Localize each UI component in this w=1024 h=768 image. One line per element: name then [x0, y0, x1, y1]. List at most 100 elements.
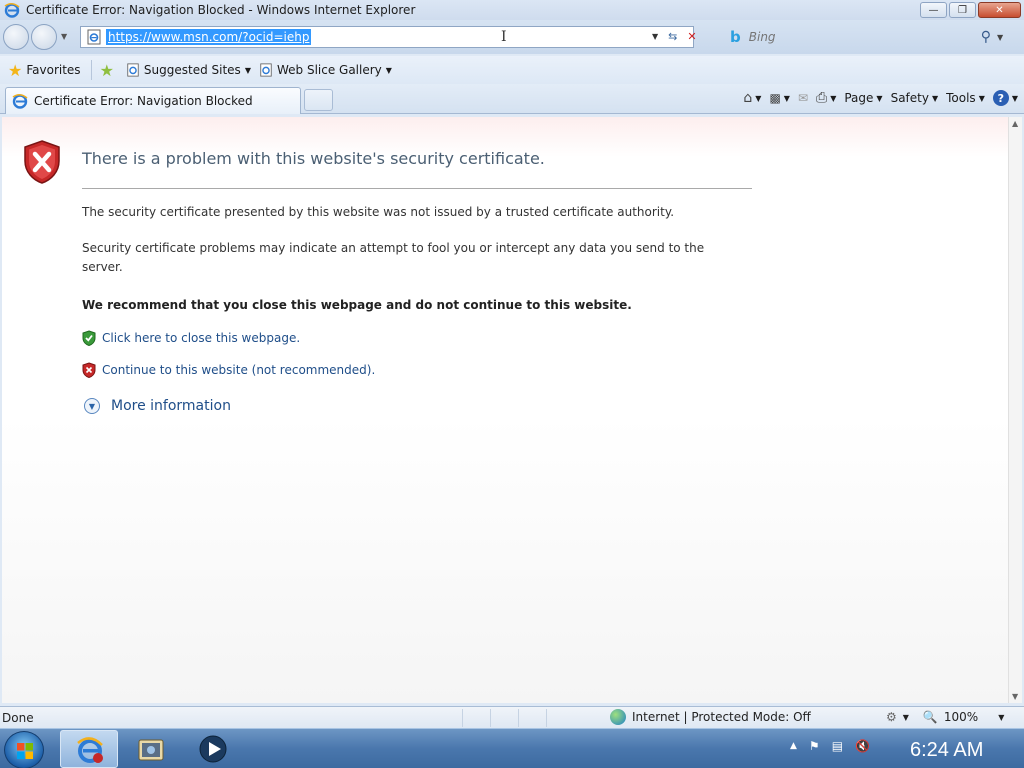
recent-pages-dropdown[interactable]: ▼ — [61, 32, 67, 41]
search-icon[interactable]: ⚲ — [981, 29, 991, 45]
tools-menu-label: Tools — [946, 91, 976, 105]
change-status-bar-icon[interactable]: ⚙ — [886, 710, 897, 724]
address-tools: ▼ ⇆ ✕ — [652, 30, 697, 43]
red-shield-x-icon — [82, 362, 96, 378]
zoom-level[interactable]: 100% — [944, 710, 978, 724]
scroll-down-arrow-icon[interactable]: ▼ — [1012, 692, 1018, 701]
chevron-down-icon: ▼ — [755, 93, 762, 103]
ie-page-icon — [127, 63, 139, 77]
chevron-down-icon: ▼ — [931, 93, 939, 103]
restore-button[interactable]: ❐ — [949, 2, 976, 18]
page-menu[interactable]: Page ▼ — [844, 91, 882, 105]
address-bar[interactable]: https://www.msn.com/?ocid=iehp — [80, 26, 694, 48]
system-tray: ▲ ⚑ ▤ 🔇 — [790, 739, 870, 753]
print-button[interactable]: ⎙ ▼ — [816, 90, 836, 106]
tab-certificate-error[interactable]: Certificate Error: Navigation Blocked — [5, 87, 301, 114]
start-button[interactable] — [4, 731, 44, 768]
tools-menu[interactable]: Tools ▼ — [946, 91, 985, 105]
address-dropdown-icon[interactable]: ▼ — [652, 32, 658, 41]
search-input[interactable] — [748, 30, 979, 44]
security-zone[interactable]: Internet | Protected Mode: Off — [610, 709, 811, 725]
vertical-scrollbar[interactable]: ▲ ▼ — [1008, 117, 1022, 703]
add-to-favorites-bar-button[interactable]: ★ — [100, 61, 118, 80]
help-icon: ? — [992, 90, 1009, 106]
add-favorite-icon: ★ — [99, 60, 114, 80]
title-bar[interactable]: Certificate Error: Navigation Blocked - … — [0, 0, 1024, 20]
scroll-up-arrow-icon[interactable]: ▲ — [1012, 119, 1018, 128]
forward-button[interactable] — [31, 24, 57, 50]
status-segment — [462, 708, 490, 727]
web-slice-gallery-label: Web Slice Gallery — [276, 63, 382, 77]
status-right: ⚙ ▼ 🔍 100% ▼ — [886, 710, 1004, 724]
taskbar: ▲ ⚑ ▤ 🔇 6:24 AM — [0, 728, 1024, 768]
web-slice-gallery-button[interactable]: Web Slice Gallery ▼ — [259, 63, 392, 77]
status-bar: Done Internet | Protected Mode: Off ⚙ ▼ … — [0, 706, 1024, 728]
read-mail-button[interactable]: ✉ — [798, 91, 808, 105]
suggested-sites-button[interactable]: Suggested Sites ▼ — [126, 63, 251, 77]
tab-bar: Certificate Error: Navigation Blocked ⌂ … — [0, 84, 1024, 114]
chevron-down-icon: ▼ — [830, 93, 837, 103]
recommendation-text: We recommend that you close this webpage… — [82, 298, 632, 312]
taskbar-windows-explorer[interactable] — [122, 730, 180, 768]
window-title: Certificate Error: Navigation Blocked - … — [26, 3, 416, 17]
chevron-down-icon[interactable]: ▼ — [903, 713, 909, 722]
volume-muted-icon[interactable]: 🔇 — [855, 739, 870, 753]
separator — [90, 60, 92, 80]
expand-chevron-icon: ▼ — [84, 398, 100, 414]
chevron-down-icon: ▼ — [1011, 93, 1018, 103]
tab-label: Certificate Error: Navigation Blocked — [34, 94, 253, 108]
page-menu-label: Page — [844, 91, 874, 105]
continue-to-website-link[interactable]: Continue to this website (not recommende… — [102, 363, 375, 377]
favorites-star-icon: ★ — [8, 60, 23, 80]
printer-icon: ⎙ — [816, 90, 828, 106]
mail-icon: ✉ — [797, 91, 808, 105]
internet-globe-icon — [610, 709, 626, 725]
zoom-dropdown-icon[interactable]: ▼ — [998, 713, 1004, 722]
page-icon — [87, 29, 101, 45]
chevron-down-icon: ▼ — [244, 65, 251, 75]
back-button[interactable] — [3, 24, 29, 50]
chevron-down-icon: ▼ — [783, 93, 790, 103]
home-button[interactable]: ⌂ ▼ — [743, 90, 761, 106]
page-title: There is a problem with this website's s… — [82, 149, 545, 168]
safety-menu-label: Safety — [890, 91, 929, 105]
close-webpage-link[interactable]: Click here to close this webpage. — [102, 331, 300, 345]
ie-logo-icon — [4, 3, 20, 18]
search-box[interactable]: b ⚲ ▼ — [722, 26, 1022, 48]
favorites-button[interactable]: ★ Favorites — [8, 61, 81, 80]
command-bar: ⌂ ▼ ▩ ▼ ✉ ⎙ ▼ Page ▼ Safety ▼ Tools ▼ ? … — [743, 90, 1018, 106]
show-hidden-icons-icon[interactable]: ▲ — [790, 741, 797, 751]
clock[interactable]: 6:24 AM — [910, 739, 983, 762]
untrusted-authority-text: The security certificate presented by th… — [82, 205, 675, 219]
feeds-button[interactable]: ▩ ▼ — [769, 91, 790, 105]
action-center-flag-icon[interactable]: ⚑ — [809, 739, 820, 753]
more-information-toggle[interactable]: ▼ More information — [84, 398, 231, 414]
new-tab-button[interactable] — [304, 89, 333, 111]
network-icon[interactable]: ▤ — [832, 739, 843, 753]
status-segment — [546, 708, 574, 727]
taskbar-media-player[interactable] — [184, 730, 242, 768]
help-menu[interactable]: ? ▼ — [992, 90, 1018, 106]
rss-feed-icon: ▩ — [769, 91, 781, 105]
favorites-label: Favorites — [26, 63, 81, 77]
bing-logo-icon: b — [730, 28, 741, 46]
search-options-dropdown[interactable]: ▼ — [997, 33, 1003, 42]
divider — [82, 188, 752, 189]
security-warning-text: Security certificate problems may indica… — [82, 241, 705, 274]
status-text: Done — [2, 710, 34, 725]
media-player-icon — [199, 735, 227, 763]
folder-icon — [138, 739, 164, 761]
safety-menu[interactable]: Safety ▼ — [891, 91, 939, 105]
url-text[interactable]: https://www.msn.com/?ocid=iehp — [106, 29, 312, 45]
stop-icon[interactable]: ✕ — [687, 30, 696, 43]
error-shield-icon — [24, 140, 60, 184]
compatibility-view-icon[interactable]: ⇆ — [668, 30, 677, 43]
text-cursor-icon: I — [501, 29, 507, 45]
taskbar-internet-explorer[interactable] — [60, 730, 118, 768]
close-window-button[interactable]: ✕ — [978, 2, 1021, 18]
chevron-down-icon: ▼ — [385, 65, 392, 75]
status-segment — [518, 708, 546, 727]
ie-page-icon — [260, 63, 272, 77]
minimize-button[interactable]: — — [920, 2, 947, 18]
suggested-sites-label: Suggested Sites — [143, 63, 241, 77]
